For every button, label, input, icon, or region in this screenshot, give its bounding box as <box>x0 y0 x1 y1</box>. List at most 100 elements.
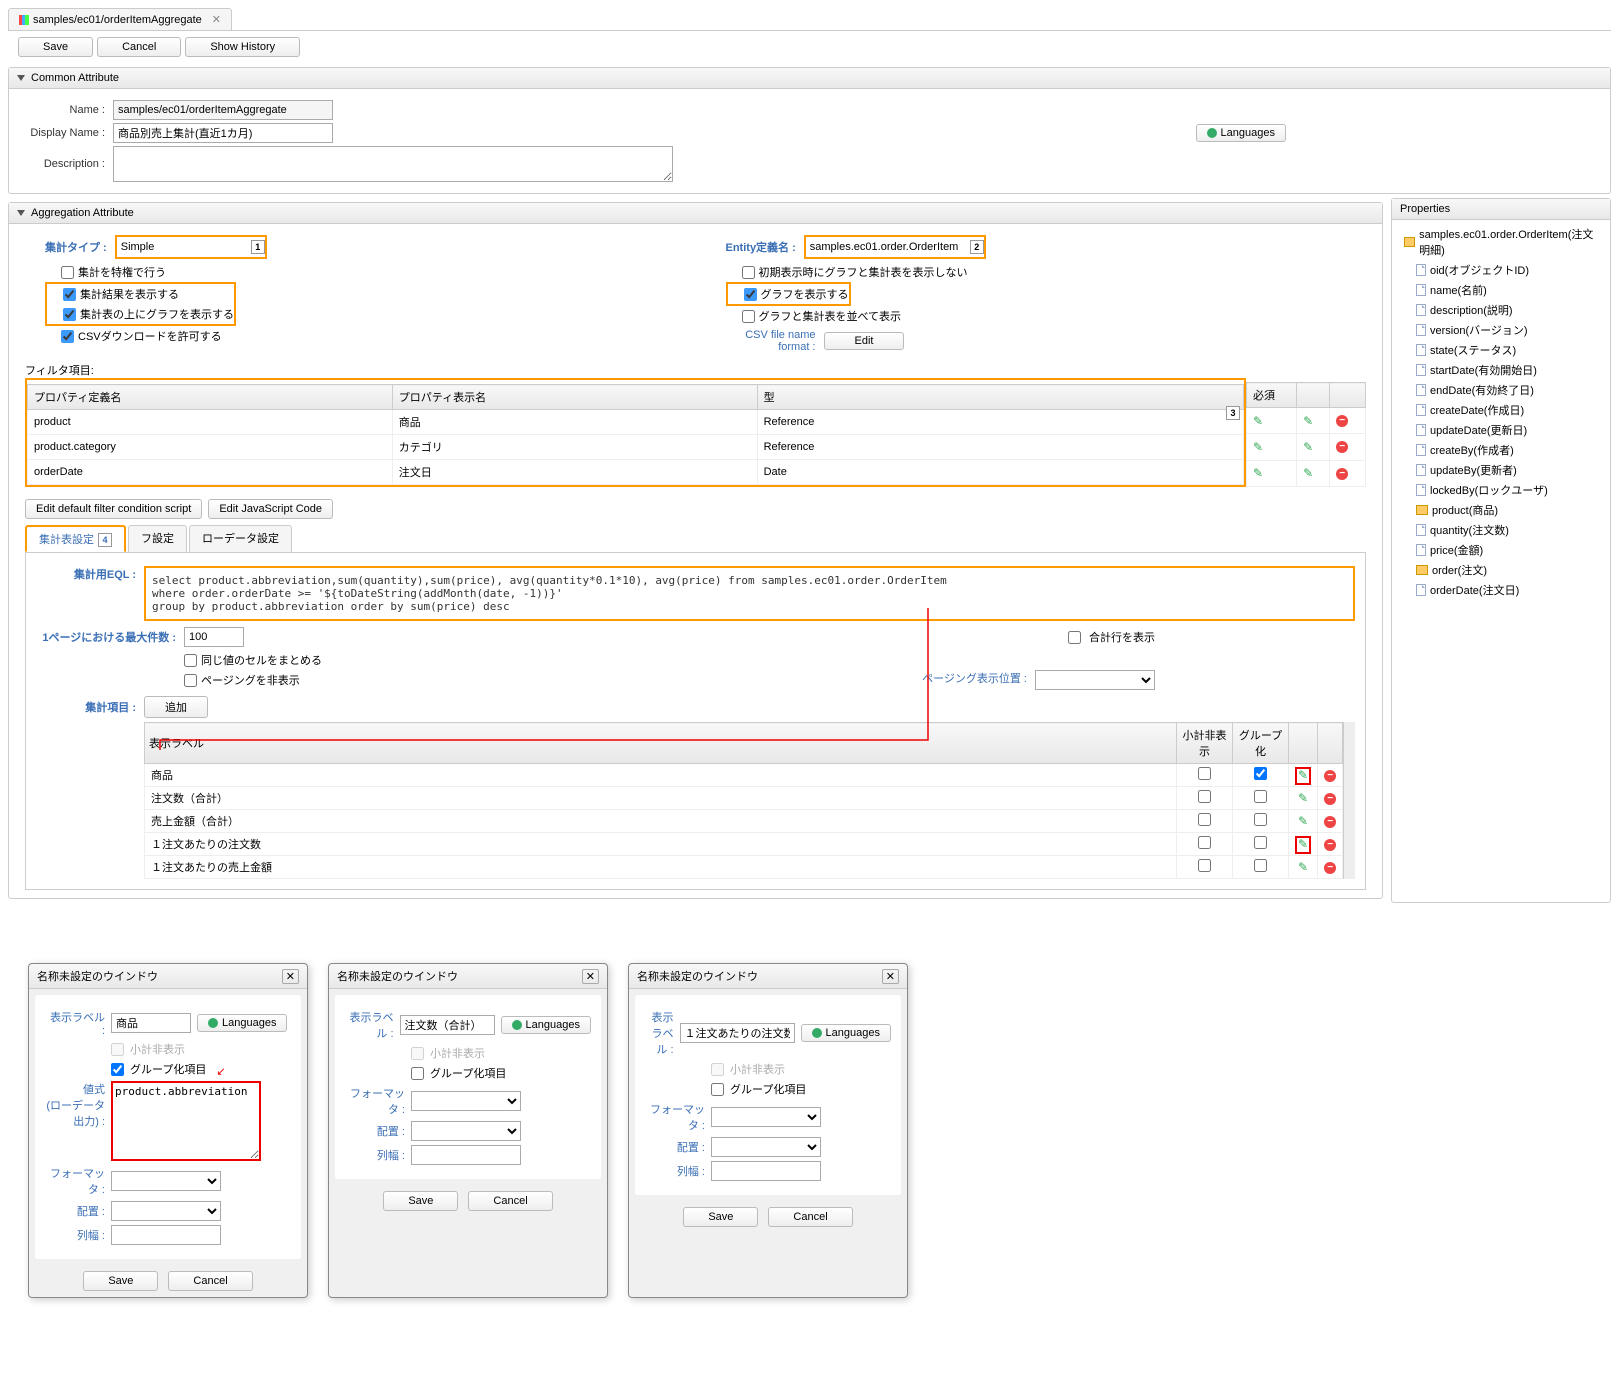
languages-button[interactable]: Languages <box>197 1014 287 1032</box>
tree-item[interactable]: description(説明) <box>1400 300 1602 320</box>
align-select[interactable] <box>111 1201 221 1221</box>
cb-hide-initial[interactable] <box>742 266 755 279</box>
csv-format-edit-button[interactable]: Edit <box>824 332 905 350</box>
delete-icon[interactable]: − <box>1324 793 1336 805</box>
cb-group[interactable] <box>411 1067 424 1080</box>
cb-show-graph[interactable] <box>744 288 757 301</box>
cb-hide-paging[interactable] <box>184 674 197 687</box>
tree-root[interactable]: samples.ec01.order.OrderItem(注文明細) <box>1400 224 1602 260</box>
pencil-icon[interactable]: ✎ <box>1253 414 1263 428</box>
edit-filter-script-button[interactable]: Edit default filter condition script <box>25 499 202 519</box>
scrollbar[interactable] <box>1343 722 1355 879</box>
display-name-field[interactable] <box>113 123 333 143</box>
pencil-icon[interactable]: ✎ <box>1253 466 1263 480</box>
format-select[interactable] <box>411 1091 521 1111</box>
close-icon[interactable]: ✕ <box>282 969 299 984</box>
tab-graph[interactable]: フ設定 <box>128 525 187 552</box>
pencil-icon[interactable]: ✎ <box>1303 440 1313 454</box>
tree-item[interactable]: lockedBy(ロックユーザ) <box>1400 480 1602 500</box>
align-select[interactable] <box>711 1137 821 1157</box>
table-row[interactable]: 売上金額（合計） ✎ − <box>145 810 1343 833</box>
cb-group[interactable] <box>711 1083 724 1096</box>
dialog-cancel-button[interactable]: Cancel <box>768 1207 852 1227</box>
width-field[interactable] <box>411 1145 521 1165</box>
close-icon[interactable]: ✕ <box>582 969 599 984</box>
cb-privilege[interactable] <box>61 266 74 279</box>
tree-item[interactable]: orderDate(注文日) <box>1400 580 1602 600</box>
editor-tab[interactable]: samples/ec01/orderItemAggregate ✕ <box>8 8 232 30</box>
format-select[interactable] <box>711 1107 821 1127</box>
tree-item[interactable]: name(名前) <box>1400 280 1602 300</box>
tree-item[interactable]: state(ステータス) <box>1400 340 1602 360</box>
edit-js-button[interactable]: Edit JavaScript Code <box>208 499 333 519</box>
eql-textarea[interactable]: select product.abbreviation,sum(quantity… <box>144 566 1355 621</box>
cb-graph-above[interactable] <box>63 308 76 321</box>
pencil-icon[interactable]: ✎ <box>1298 814 1308 828</box>
cb-group[interactable] <box>1254 767 1267 780</box>
languages-button[interactable]: Languages <box>801 1024 891 1042</box>
cb-group[interactable] <box>1254 790 1267 803</box>
table-row[interactable]: １注文あたりの売上金額 ✎ − <box>145 856 1343 879</box>
delete-icon[interactable]: − <box>1336 468 1348 480</box>
entity-field[interactable] <box>806 237 966 257</box>
delete-icon[interactable]: − <box>1324 816 1336 828</box>
pencil-icon[interactable]: ✎ <box>1303 414 1313 428</box>
delete-icon[interactable]: − <box>1324 839 1336 851</box>
tab-raw-data[interactable]: ローデータ設定 <box>189 525 292 552</box>
width-field[interactable] <box>111 1225 221 1245</box>
cb-total-row[interactable] <box>1068 631 1081 644</box>
max-rows-field[interactable] <box>184 627 244 647</box>
tree-item[interactable]: createBy(作成者) <box>1400 440 1602 460</box>
table-row[interactable]: 注文数（合計） ✎ − <box>145 787 1343 810</box>
cb-subtotal[interactable] <box>1198 767 1211 780</box>
tree-item[interactable]: startDate(有効開始日) <box>1400 360 1602 380</box>
section-header-common[interactable]: Common Attribute <box>9 68 1610 89</box>
languages-button[interactable]: Languages <box>1196 124 1286 142</box>
cb-subtotal[interactable] <box>1198 790 1211 803</box>
cb-csv[interactable] <box>61 330 74 343</box>
cb-merge-cells[interactable] <box>184 654 197 667</box>
tree-item[interactable]: updateBy(更新者) <box>1400 460 1602 480</box>
cb-group[interactable] <box>1254 859 1267 872</box>
tree-item[interactable]: price(金額) <box>1400 540 1602 560</box>
tree-folder[interactable]: product(商品) <box>1400 500 1602 520</box>
pencil-icon[interactable]: ✎ <box>1298 768 1308 782</box>
pencil-icon[interactable]: ✎ <box>1303 466 1313 480</box>
cb-subtotal[interactable] <box>1198 859 1211 872</box>
agg-type-field[interactable] <box>117 237 247 257</box>
close-icon[interactable]: ✕ <box>882 969 899 984</box>
table-row[interactable]: １注文あたりの注文数 ✎ − <box>145 833 1343 856</box>
description-field[interactable] <box>113 146 673 182</box>
delete-icon[interactable]: − <box>1336 441 1348 453</box>
value-textarea[interactable] <box>111 1081 261 1161</box>
tree-item[interactable]: quantity(注文数) <box>1400 520 1602 540</box>
save-button[interactable]: Save <box>18 37 93 57</box>
tree-item[interactable]: updateDate(更新日) <box>1400 420 1602 440</box>
delete-icon[interactable]: − <box>1336 415 1348 427</box>
section-header-aggregation[interactable]: Aggregation Attribute <box>9 203 1382 224</box>
tree-item[interactable]: createDate(作成日) <box>1400 400 1602 420</box>
languages-button[interactable]: Languages <box>501 1016 591 1034</box>
cb-group[interactable] <box>111 1063 124 1076</box>
cb-group[interactable] <box>1254 836 1267 849</box>
table-row[interactable]: product.categoryカテゴリReference <box>28 435 1244 460</box>
cb-subtotal[interactable] <box>1198 836 1211 849</box>
tree-item[interactable]: oid(オブジェクトID) <box>1400 260 1602 280</box>
disp-field[interactable] <box>111 1013 191 1033</box>
dialog-save-button[interactable]: Save <box>83 1271 158 1291</box>
dialog-cancel-button[interactable]: Cancel <box>468 1191 552 1211</box>
pencil-icon[interactable]: ✎ <box>1253 440 1263 454</box>
tab-aggregate-table[interactable]: 集計表設定4 <box>25 525 126 552</box>
history-button[interactable]: Show History <box>185 37 300 57</box>
cancel-button[interactable]: Cancel <box>97 37 181 57</box>
tree-folder[interactable]: order(注文) <box>1400 560 1602 580</box>
width-field[interactable] <box>711 1161 821 1181</box>
disp-field[interactable] <box>400 1015 495 1035</box>
tree-item[interactable]: version(バージョン) <box>1400 320 1602 340</box>
dialog-save-button[interactable]: Save <box>683 1207 758 1227</box>
dialog-save-button[interactable]: Save <box>383 1191 458 1211</box>
cb-subtotal[interactable] <box>1198 813 1211 826</box>
cb-show-result[interactable] <box>63 288 76 301</box>
align-select[interactable] <box>411 1121 521 1141</box>
dialog-cancel-button[interactable]: Cancel <box>168 1271 252 1291</box>
